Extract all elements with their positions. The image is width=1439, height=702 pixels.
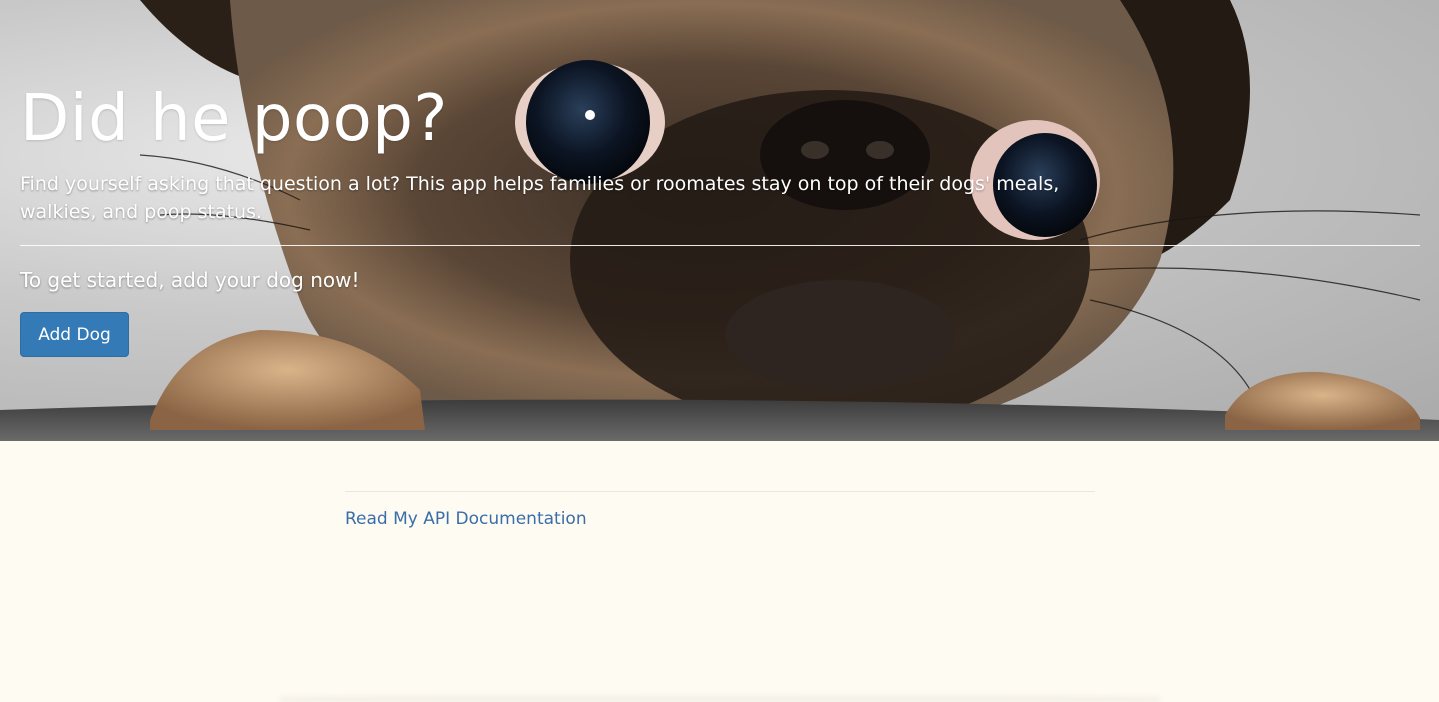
main-content: Read My API Documentation — [345, 491, 1095, 529]
footer-shadow — [280, 694, 1160, 702]
hero-divider — [20, 245, 1420, 246]
add-dog-button[interactable]: Add Dog — [20, 312, 129, 357]
content-divider — [345, 491, 1095, 492]
page-title: Did he poop? — [20, 82, 448, 156]
get-started-text: To get started, add your dog now! — [20, 268, 360, 292]
api-documentation-link[interactable]: Read My API Documentation — [345, 509, 587, 529]
hero-description: Find yourself asking that question a lot… — [20, 173, 1060, 223]
hero-banner: Did he poop? Find yourself asking that q… — [0, 0, 1439, 441]
